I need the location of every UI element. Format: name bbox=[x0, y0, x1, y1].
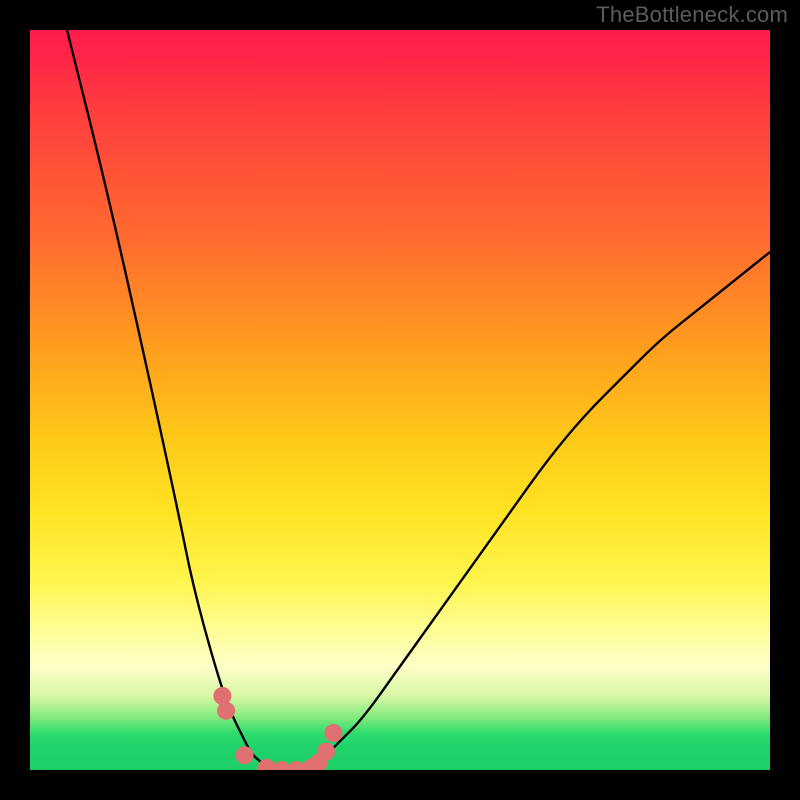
trough-marker bbox=[317, 743, 335, 761]
trough-marker bbox=[236, 746, 254, 764]
bottleneck-curve bbox=[67, 30, 770, 770]
attribution-text: TheBottleneck.com bbox=[596, 2, 788, 28]
trough-markers bbox=[213, 687, 342, 770]
trough-marker bbox=[217, 702, 235, 720]
curve-layer bbox=[30, 30, 770, 770]
trough-marker bbox=[324, 724, 342, 742]
chart-frame: TheBottleneck.com bbox=[0, 0, 800, 800]
plot-area bbox=[30, 30, 770, 770]
